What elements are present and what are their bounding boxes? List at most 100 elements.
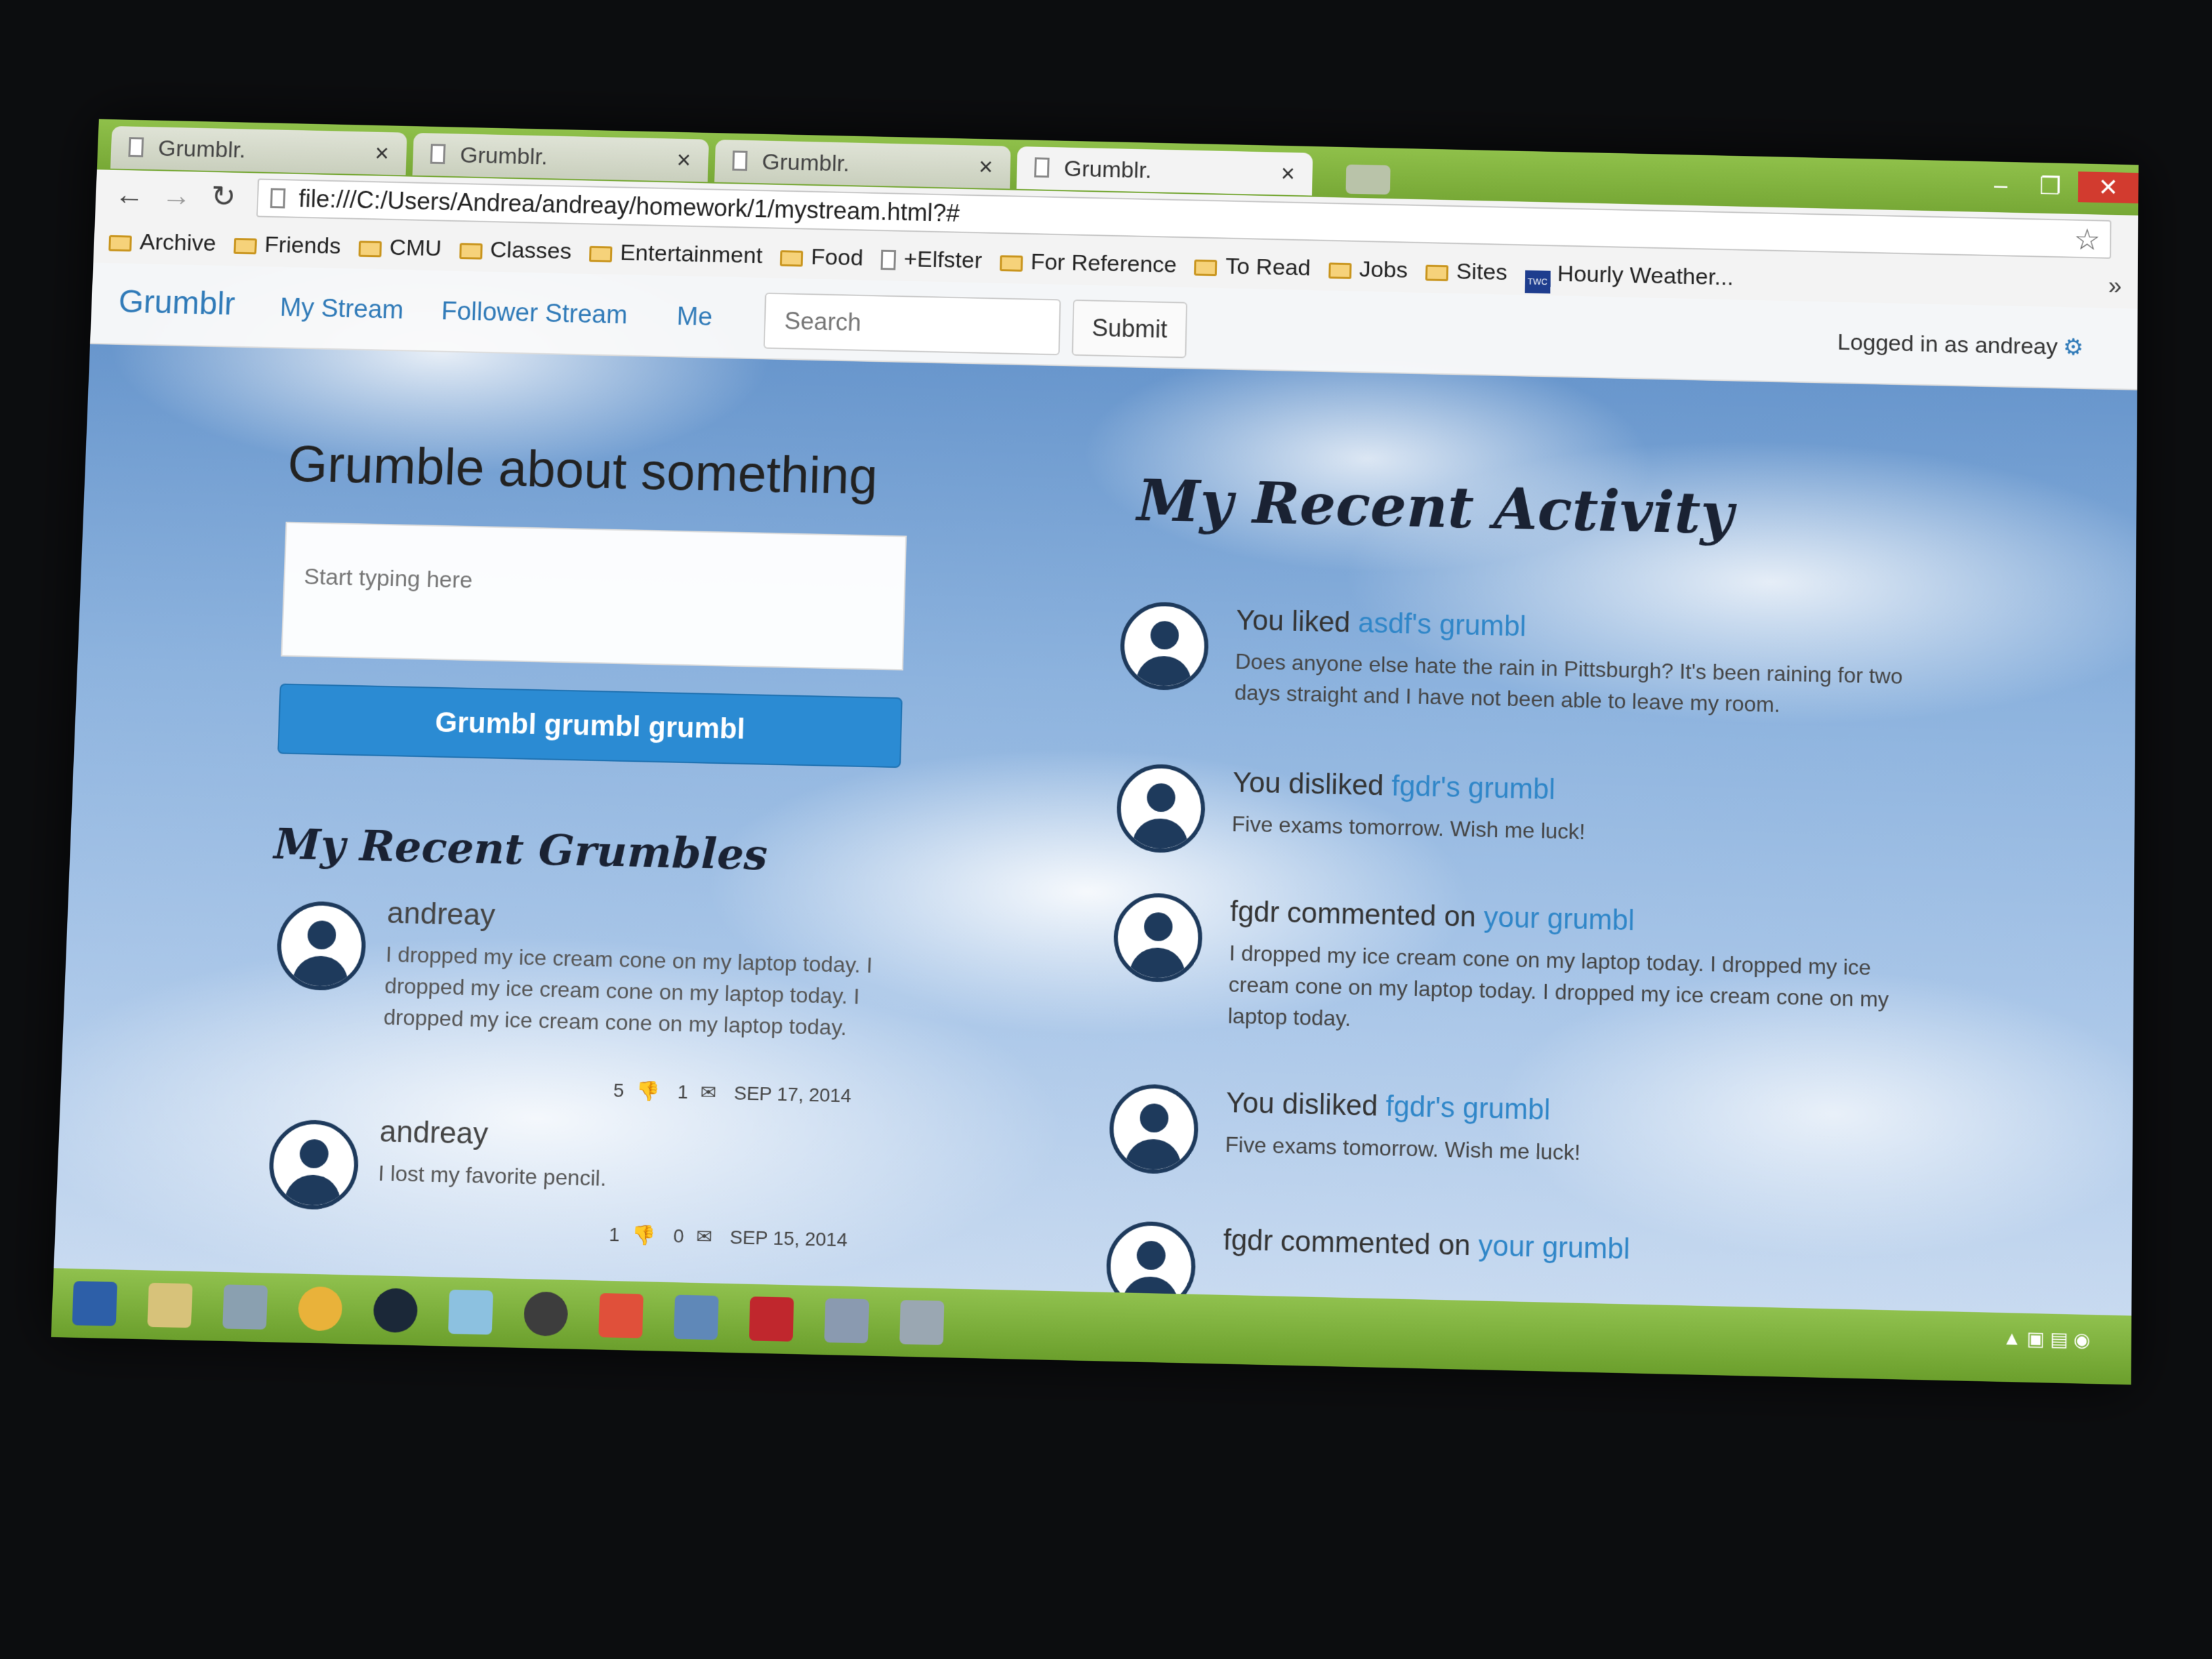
git-icon[interactable] [598, 1293, 644, 1338]
page-icon [1034, 157, 1050, 178]
avatar[interactable] [1119, 601, 1210, 691]
grumble-username[interactable]: andreay [386, 897, 495, 933]
thumbs-down-icon[interactable]: 👎 [632, 1224, 656, 1246]
browser-tab[interactable]: Grumblr. × [714, 139, 1011, 189]
avatar[interactable] [1108, 1083, 1200, 1175]
filezilla-icon[interactable] [749, 1296, 794, 1342]
bookmark-classes[interactable]: Classes [459, 227, 573, 274]
activity-heading: You disliked fgdr's grumbl [1225, 1086, 1551, 1126]
envelope-icon[interactable]: ✉ [696, 1226, 713, 1248]
activity-link[interactable]: your grumbl [1478, 1229, 1630, 1265]
avatar[interactable] [268, 1119, 360, 1210]
new-tab-button[interactable] [1345, 164, 1391, 195]
browser-tab-active[interactable]: Grumblr. × [1016, 146, 1313, 196]
activity-link[interactable]: fgdr's grumbl [1391, 770, 1555, 806]
activity-item: fgdr commented on your grumbl I dropped … [1111, 892, 1930, 1075]
grumble-date: SEP 17, 2014 [733, 1082, 852, 1107]
avatar[interactable] [1115, 763, 1206, 854]
folder-icon [589, 245, 613, 263]
grumble-input[interactable] [281, 521, 907, 671]
activity-link[interactable]: asdf's grumbl [1358, 607, 1527, 642]
chrome-icon[interactable] [298, 1286, 344, 1332]
close-tab-icon[interactable]: × [1280, 152, 1296, 195]
system-tray[interactable]: ▲ ▣ ▤ ◉ [2003, 1326, 2091, 1351]
comment-count: 1 [677, 1081, 689, 1103]
window-icon[interactable] [824, 1298, 869, 1344]
network-icon[interactable] [674, 1294, 719, 1340]
spotify-icon[interactable] [523, 1291, 569, 1337]
tab-title: Grumblr. [459, 142, 548, 170]
bookmark-hourly-weather[interactable]: TWC Hourly Weather... [1524, 251, 1734, 300]
bookmark-jobs[interactable]: Jobs [1328, 247, 1408, 293]
tab-title: Grumblr. [1063, 156, 1152, 184]
paint-icon[interactable] [448, 1289, 493, 1335]
avatar[interactable] [1113, 892, 1204, 983]
dislike-count: 1 [609, 1223, 620, 1246]
comment-count: 0 [672, 1225, 684, 1247]
grumble-text: I dropped my ice cream cone on my laptop… [383, 941, 874, 1040]
bookmark-entertainment[interactable]: Entertainment [588, 230, 763, 278]
folder-icon [1328, 262, 1352, 279]
grumble-username[interactable]: andreay [379, 1115, 489, 1151]
app-icon[interactable] [899, 1300, 945, 1345]
folder-icon [1194, 259, 1218, 276]
activity-text: Five exams tomorrow. Wish me luck! [1225, 1132, 1581, 1165]
page-icon [270, 188, 286, 209]
avatar[interactable] [275, 900, 367, 991]
control-panel-icon[interactable] [222, 1284, 268, 1330]
nav-follower-stream[interactable]: Follower Stream [441, 298, 628, 331]
windows-start-icon[interactable] [72, 1281, 118, 1326]
activity-item: You liked asdf's grumbl Does anyone else… [1118, 601, 1933, 755]
tab-title: Grumblr. [761, 149, 850, 177]
page-icon [430, 144, 446, 165]
bookmark-archive[interactable]: Archive [108, 219, 216, 265]
logged-in-status: Logged in as andreay ⚙ [1837, 329, 2084, 361]
gear-icon[interactable]: ⚙ [2063, 335, 2084, 361]
folder-icon [233, 238, 257, 255]
bookmark-cmu[interactable]: CMU [358, 225, 443, 271]
page-icon [880, 249, 897, 270]
minimize-icon[interactable]: – [1977, 169, 2024, 201]
back-arrow-icon[interactable]: ← [108, 175, 150, 214]
bookmark-sites[interactable]: Sites [1425, 249, 1508, 295]
url-text: file:///C:/Users/Andrea/andreay/homework… [298, 184, 960, 227]
browser-tab[interactable]: Grumblr. × [412, 132, 710, 182]
activity-link[interactable]: your grumbl [1483, 901, 1635, 936]
bookmark-for-reference[interactable]: For Reference [999, 239, 1177, 287]
activity-text: Five exams tomorrow. Wish me luck! [1231, 811, 1586, 844]
folder-icon [779, 250, 804, 267]
folder-icon [108, 234, 132, 252]
bookmark-food[interactable]: Food [779, 234, 863, 281]
steam-icon[interactable] [373, 1288, 418, 1334]
maximize-icon[interactable]: ❐ [2027, 170, 2074, 202]
file-explorer-icon[interactable] [147, 1282, 193, 1328]
grumble-date: SEP 15, 2014 [729, 1226, 848, 1251]
search-input[interactable] [763, 292, 1061, 356]
post-grumble-button[interactable]: Grumbl grumbl grumbl [277, 683, 903, 769]
close-tab-icon[interactable]: × [374, 132, 390, 175]
grumble-item: andreay I dropped my ice cream cone on m… [265, 894, 924, 1113]
activity-text: Does anyone else hate the rain in Pittsb… [1234, 649, 1903, 717]
close-tab-icon[interactable]: × [676, 139, 692, 182]
reload-icon[interactable]: ↻ [203, 178, 245, 217]
bookmark-elfster[interactable]: +Elfster [880, 237, 983, 283]
bookmark-friends[interactable]: Friends [233, 222, 342, 268]
browser-tab[interactable]: Grumblr. × [110, 125, 407, 176]
forward-arrow-icon[interactable]: → [156, 176, 198, 216]
window-close-icon[interactable]: ✕ [2078, 171, 2139, 204]
activity-heading: You liked asdf's grumbl [1235, 603, 1527, 642]
folder-icon [999, 255, 1023, 272]
bookmark-to-read[interactable]: To Read [1194, 243, 1311, 290]
thumbs-down-icon[interactable]: 👎 [636, 1080, 660, 1102]
envelope-icon[interactable]: ✉ [700, 1082, 716, 1103]
activity-text: I dropped my ice cream cone on my laptop… [1227, 940, 1889, 1031]
close-tab-icon[interactable]: × [978, 146, 994, 188]
nav-me[interactable]: Me [676, 303, 713, 333]
nav-my-stream[interactable]: My Stream [279, 293, 404, 325]
brand-link[interactable]: Grumblr [118, 283, 236, 323]
more-bookmarks-icon[interactable]: » [2108, 264, 2122, 308]
folder-icon [459, 243, 483, 260]
bookmark-star-icon[interactable]: ☆ [2074, 222, 2101, 259]
search-submit-button[interactable]: Submit [1071, 299, 1188, 359]
activity-link[interactable]: fgdr's grumbl [1385, 1090, 1551, 1126]
